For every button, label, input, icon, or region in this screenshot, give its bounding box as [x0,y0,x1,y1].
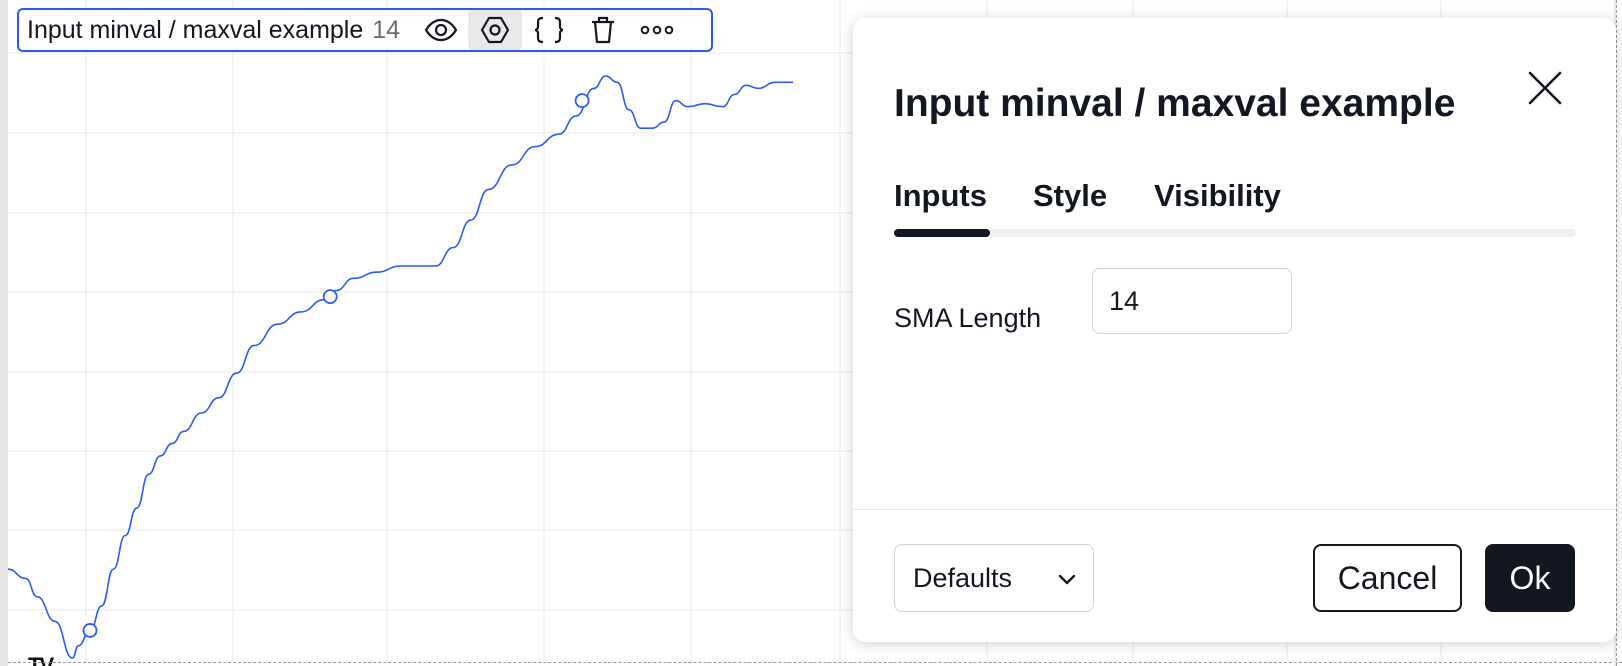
active-tab-indicator [894,229,990,237]
chevron-down-icon [1058,574,1076,585]
indicator-value: 14 [372,15,401,44]
sma-series-line[interactable] [8,75,793,659]
chart-bottom-border [8,662,1622,663]
source-code-icon [534,16,564,44]
trash-icon [592,16,615,44]
close-icon [1528,71,1562,105]
sma-length-input[interactable] [1092,268,1292,334]
indicator-settings-dialog: Input minval / maxval example Inputs Sty… [853,18,1616,642]
indicator-title[interactable]: Input minval / maxval example [27,16,363,45]
legend-actions [414,10,684,50]
sma-length-label: SMA Length [894,303,1042,333]
chart-right-border [1616,0,1617,666]
eye-icon [424,18,458,42]
defaults-label: Defaults [913,562,1013,593]
cancel-button[interactable]: Cancel [1313,544,1462,612]
footer-divider [853,509,1616,510]
series-point-marker[interactable] [574,93,590,109]
tab-style[interactable]: Style [1033,178,1107,214]
source-code-button[interactable] [522,10,576,50]
defaults-dropdown[interactable]: Defaults [894,544,1094,612]
settings-icon [480,16,510,44]
close-button[interactable] [1520,63,1570,113]
indicator-legend[interactable]: Input minval / maxval example 14 [17,8,713,52]
dialog-title: Input minval / maxval example [894,82,1456,125]
delete-button[interactable] [576,10,630,50]
tab-track [894,229,1576,237]
toggle-visibility-button[interactable] [414,10,468,50]
more-icon [640,25,674,35]
series-point-marker[interactable] [82,623,98,638]
ok-button[interactable]: Ok [1485,544,1575,612]
tab-inputs[interactable]: Inputs [894,178,987,214]
settings-button[interactable] [468,10,523,50]
tv-logo-partial: TV [28,655,94,666]
series-point-marker[interactable] [322,289,338,305]
tab-visibility[interactable]: Visibility [1154,178,1281,214]
dialog-tabs: Inputs Style Visibility [894,158,1576,237]
chart-left-edge [0,0,8,666]
more-button[interactable] [630,10,684,50]
